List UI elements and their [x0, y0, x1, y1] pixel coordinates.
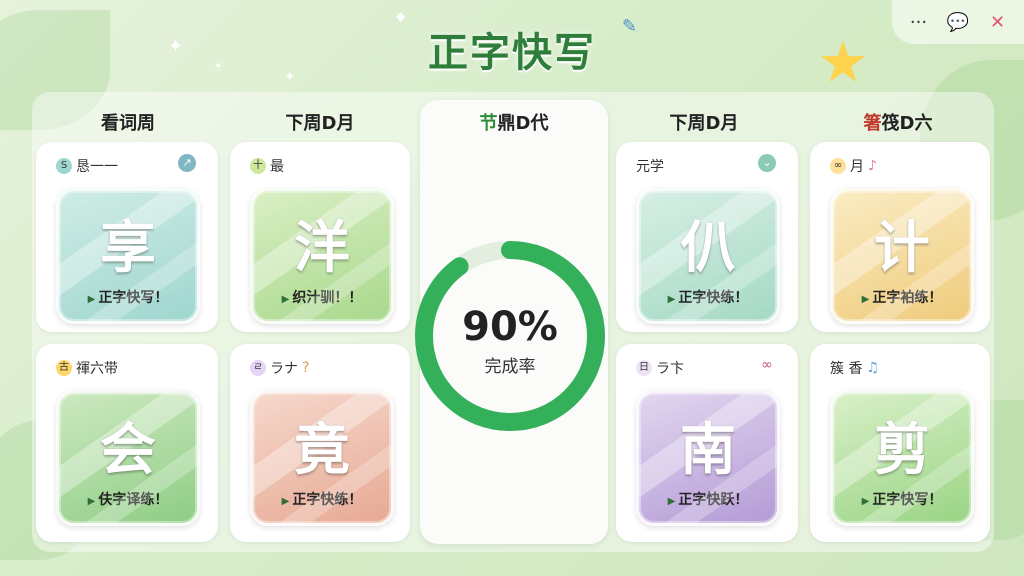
column-header: 下周D月	[285, 113, 355, 134]
tile-caption: ▶ 正字快写！	[87, 290, 169, 306]
app-title: 正字快写	[428, 30, 596, 76]
character-card[interactable]: 簇 香 ♫ 剪 ▶ 正字快写！	[810, 344, 990, 542]
flag-icon: ▶	[667, 294, 676, 305]
character-glyph: 洋	[294, 215, 350, 281]
card-label: 簇 香 ♫	[830, 360, 880, 377]
character-tile[interactable]: 剪 ▶ 正字快写！	[830, 390, 974, 526]
progress-label: 完成率	[484, 357, 536, 377]
character-tile[interactable]: 南 ▶ 正字快跃！	[636, 390, 780, 526]
character-tile[interactable]: 会 ▶ 伕字译练！	[56, 390, 200, 526]
progress-percent: 90%	[462, 304, 558, 350]
character-glyph: 计	[874, 215, 930, 281]
character-card[interactable]: ∞ 月 ♪ 计 ▶ 正字袙练！	[810, 142, 990, 332]
character-card[interactable]: 古 禈六带 会 ▶ 伕字译练！	[36, 344, 218, 542]
character-tile[interactable]: 享 ▶ 正字快写！	[56, 188, 200, 324]
category-chip: S	[56, 158, 72, 174]
character-card[interactable]: 元学 ⌄ 仈 ▶ 正字快练！	[616, 142, 798, 332]
character-card[interactable]: 日 ラ卞 ∞ 南 ▶ 正字快跃！	[616, 344, 798, 542]
tile-caption: ▶ 正字快写！	[861, 492, 943, 508]
tile-caption: ▶ 正字快练！	[667, 290, 749, 306]
category-chip: 十	[250, 158, 266, 174]
pen-icon: ✎	[622, 16, 638, 37]
tile-caption: ▶ 正字快跃！	[667, 492, 749, 508]
flag-icon: ▶	[861, 496, 870, 507]
character-glyph: 仈	[680, 215, 736, 281]
card-label: ∞ 月 ♪	[830, 156, 877, 176]
character-glyph: 竟	[294, 417, 350, 483]
music-note-icon: ♫	[866, 360, 880, 376]
chat-icon[interactable]: 💬	[945, 12, 971, 33]
category-chip: 古	[56, 360, 72, 376]
close-icon[interactable]: ✕	[985, 12, 1011, 33]
character-card[interactable]: S 恳一一 ↗ 享 ▶ 正字快写！	[36, 142, 218, 332]
expand-icon[interactable]: ↗	[178, 154, 196, 172]
progress-readout: 90% 完成率	[408, 304, 612, 377]
top-toolbar: ··· 💬 ✕	[892, 0, 1024, 44]
tile-caption: ▶ 织汁驯！！	[281, 290, 363, 306]
completion-ring: 90% 完成率	[408, 234, 612, 438]
column-header: 箸筏D六	[863, 113, 933, 134]
card-label: 十 最	[250, 156, 284, 176]
tile-caption: ▶ 伕字译练！	[87, 492, 169, 508]
tile-caption: ▶ 正字袙练！	[861, 290, 943, 306]
column-header: 节鼎D代	[479, 113, 549, 134]
character-tile[interactable]: 竟 ▶ 正字快练！	[250, 390, 394, 526]
character-glyph: 享	[100, 215, 156, 281]
flag-icon: ▶	[281, 496, 290, 507]
category-chip: ㄹ	[250, 360, 266, 376]
card-label: 古 禈六带	[56, 358, 118, 378]
music-note-icon: ♪	[868, 158, 877, 174]
column-header: 下周D月	[669, 113, 739, 134]
flag-icon: ▶	[87, 496, 96, 507]
sparkle-icon: ?	[302, 360, 310, 376]
flag-icon: ▶	[861, 294, 870, 305]
flag-icon: ▶	[667, 496, 676, 507]
character-tile[interactable]: 洋 ▶ 织汁驯！！	[250, 188, 394, 324]
character-card[interactable]: 十 最 洋 ▶ 织汁驯！！	[230, 142, 410, 332]
column-header: 看词周	[101, 113, 155, 134]
dropdown-icon[interactable]: ⌄	[758, 154, 776, 172]
character-tile[interactable]: 仈 ▶ 正字快练！	[636, 188, 780, 324]
character-glyph: 剪	[874, 417, 930, 483]
tile-caption: ▶ 正字快练！	[281, 492, 363, 508]
category-chip: ∞	[830, 158, 846, 174]
more-icon[interactable]: ···	[906, 12, 932, 33]
category-chip: 日	[636, 360, 652, 376]
glasses-icon[interactable]: ∞	[758, 356, 776, 374]
card-label: 元学	[636, 159, 664, 175]
card-label: ㄹ ラナ ?	[250, 358, 309, 378]
character-glyph: 南	[680, 417, 736, 483]
flag-icon: ▶	[87, 294, 96, 305]
card-label: 日 ラ卞	[636, 358, 684, 378]
card-label: S 恳一一	[56, 156, 118, 176]
character-tile[interactable]: 计 ▶ 正字袙练！	[830, 188, 974, 324]
flag-icon: ▶	[281, 294, 290, 305]
character-card[interactable]: ㄹ ラナ ? 竟 ▶ 正字快练！	[230, 344, 410, 542]
character-glyph: 会	[100, 417, 156, 483]
